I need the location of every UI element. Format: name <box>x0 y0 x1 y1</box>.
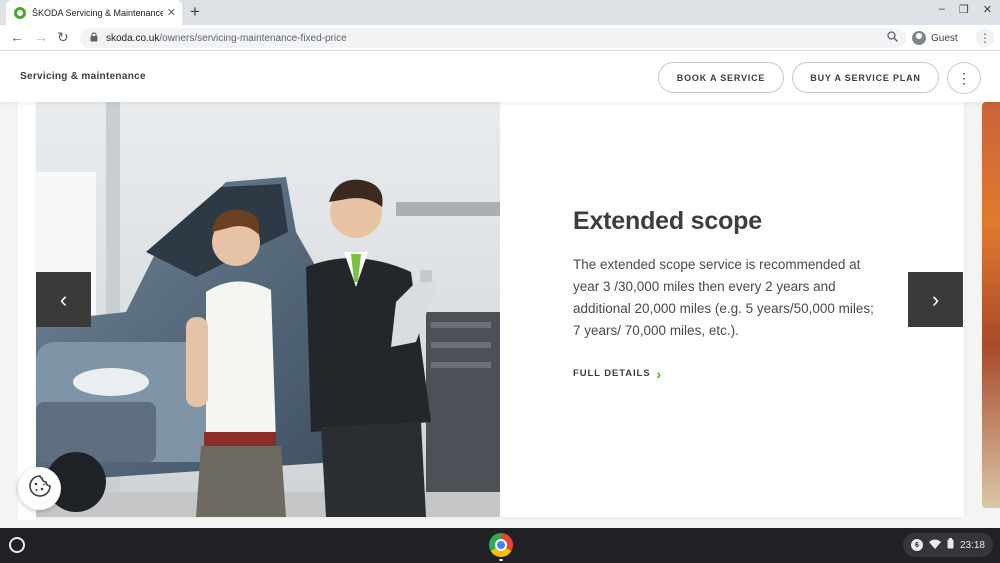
clock: 23:18 <box>959 539 985 551</box>
guest-avatar-icon <box>912 31 926 45</box>
close-window-button[interactable]: ✕ <box>983 3 992 16</box>
cookie-settings-button[interactable] <box>18 467 61 510</box>
active-app-indicator <box>499 559 503 561</box>
browser-toolbar: ← → ↻ skoda.co.uk /owners/servicing-main… <box>0 25 1000 51</box>
reload-icon[interactable]: ↻ <box>57 29 69 45</box>
back-arrow-icon[interactable]: ← <box>10 29 24 45</box>
zoom-icon[interactable] <box>887 31 898 45</box>
page-content: Extended scope The extended scope servic… <box>0 102 1000 528</box>
buy-service-plan-button[interactable]: BUY A SERVICE PLAN <box>792 62 939 93</box>
book-service-button[interactable]: BOOK A SERVICE <box>658 62 784 93</box>
lock-icon <box>90 32 98 44</box>
service-photo <box>36 102 500 517</box>
os-shelf: 6 23:18 <box>0 528 1000 563</box>
chevron-right-icon: › <box>656 365 663 382</box>
carousel-prev-button[interactable]: ‹ <box>36 272 91 327</box>
battery-icon <box>947 538 954 552</box>
slide-description: The extended scope service is recommende… <box>573 257 874 338</box>
slide-heading: Extended scope <box>573 207 762 235</box>
tab-close-button[interactable]: ✕ <box>167 6 176 19</box>
notification-badge: 6 <box>911 539 923 551</box>
url-path: /owners/servicing-maintenance-fixed-pric… <box>159 32 347 44</box>
more-menu-button[interactable]: ⋮ <box>947 62 981 94</box>
launcher-icon[interactable] <box>9 537 25 553</box>
profile-button[interactable]: Guest <box>912 28 958 48</box>
carousel-next-button[interactable]: › <box>908 272 963 327</box>
page-title[interactable]: Servicing & maintenance <box>20 71 146 82</box>
next-slide-peek[interactable] <box>982 102 1000 508</box>
address-bar[interactable]: skoda.co.uk /owners/servicing-maintenanc… <box>80 28 906 48</box>
status-tray[interactable]: 6 23:18 <box>903 533 993 557</box>
browser-tabstrip: ŠKODA Servicing & Maintenance ✕ + – ❐ ✕ <box>0 0 1000 25</box>
new-tab-button[interactable]: + <box>190 2 200 22</box>
browser-tab[interactable]: ŠKODA Servicing & Maintenance ✕ <box>6 0 182 25</box>
slide-content: Extended scope The extended scope servic… <box>573 207 883 382</box>
full-details-label: FULL DETAILS <box>573 368 651 379</box>
minimize-button[interactable]: – <box>939 3 945 16</box>
url-domain: skoda.co.uk <box>106 32 160 44</box>
window-controls: – ❐ ✕ <box>939 3 992 16</box>
full-details-link[interactable]: FULL DETAILS › <box>573 365 883 382</box>
chrome-icon[interactable] <box>489 533 513 557</box>
wifi-icon <box>928 539 941 552</box>
carousel-slide: Extended scope The extended scope servic… <box>36 102 964 517</box>
profile-label: Guest <box>931 32 958 44</box>
previous-slide-peek <box>18 102 36 520</box>
browser-menu-icon[interactable]: ⋮ <box>976 28 994 48</box>
tab-title: ŠKODA Servicing & Maintenance <box>32 7 163 18</box>
cookie-icon <box>28 474 52 503</box>
forward-arrow-icon[interactable]: → <box>34 29 48 45</box>
site-header: Servicing & maintenance BOOK A SERVICE B… <box>0 52 1000 102</box>
restore-button[interactable]: ❐ <box>959 3 969 16</box>
skoda-favicon-icon <box>14 6 26 19</box>
